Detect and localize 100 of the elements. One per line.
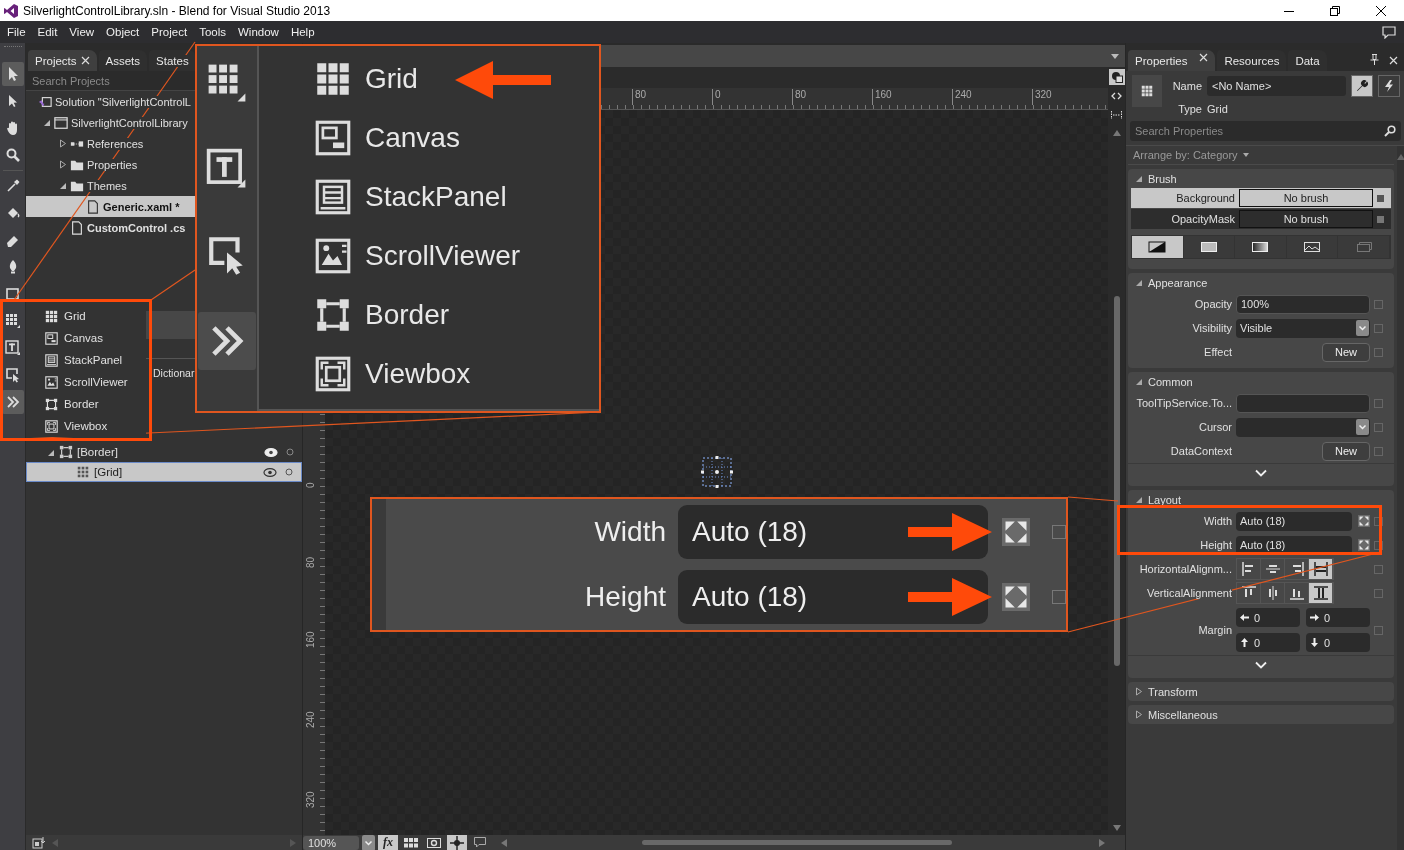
- expand-arrows-icon[interactable]: [1358, 539, 1370, 551]
- events-mode-button[interactable]: [1378, 74, 1400, 97]
- advanced-options-marker[interactable]: [1374, 446, 1383, 456]
- panel-tab[interactable]: Properties: [1128, 50, 1216, 71]
- advanced-options-marker[interactable]: [1374, 564, 1383, 574]
- menu-item[interactable]: Object: [100, 26, 146, 38]
- tree-item[interactable]: Properties: [26, 154, 195, 175]
- advanced-options-marker[interactable]: [1374, 323, 1383, 333]
- close-icon[interactable]: [1199, 53, 1209, 62]
- caret-icon[interactable]: [1242, 153, 1249, 157]
- property-dropdown[interactable]: [1236, 417, 1370, 437]
- expand-arrows-icon[interactable]: [1002, 583, 1030, 611]
- advanced-options-marker[interactable]: [1374, 398, 1383, 408]
- brush-property-row[interactable]: Background No brush: [1131, 188, 1391, 208]
- arrange-dropdown[interactable]: Arrange by: Category: [1133, 149, 1238, 161]
- property-field[interactable]: Auto (18): [678, 505, 988, 559]
- brush-type-tab[interactable]: [1132, 236, 1184, 258]
- section-title[interactable]: Appearance: [1148, 276, 1208, 289]
- expanded-triangle-icon[interactable]: [1135, 174, 1143, 183]
- brush-type-tab[interactable]: [1286, 236, 1339, 258]
- lock-toggle-icon[interactable]: [286, 448, 294, 456]
- expand-arrows-icon[interactable]: [1358, 515, 1370, 527]
- scrollbar-thumb[interactable]: [642, 840, 952, 845]
- zoom-field[interactable]: 100%: [303, 835, 359, 850]
- scroll-up-icon[interactable]: [1112, 130, 1121, 136]
- advanced-options-marker[interactable]: [1052, 525, 1066, 539]
- menu-item[interactable]: StackPanel: [315, 178, 507, 215]
- toolbar-grip[interactable]: [3, 46, 22, 50]
- brush-property-row[interactable]: OpacityMask No brush: [1131, 209, 1391, 229]
- new-button[interactable]: New: [1322, 342, 1370, 362]
- margin-field[interactable]: 0: [1236, 608, 1300, 627]
- panel-tab[interactable]: Assets: [98, 50, 148, 71]
- close-icon[interactable]: [1389, 56, 1398, 65]
- section-title[interactable]: Brush: [1148, 172, 1177, 185]
- new-button[interactable]: New: [1322, 441, 1370, 461]
- selected-element-drawing[interactable]: [699, 455, 735, 489]
- expanded-triangle-icon[interactable]: [1135, 278, 1143, 287]
- scroll-right-icon[interactable]: [1099, 838, 1105, 847]
- object-row[interactable]: [Border]: [26, 442, 302, 462]
- menu-item[interactable]: Grid: [315, 60, 418, 97]
- section-title[interactable]: Layout: [1148, 493, 1182, 506]
- menu-item[interactable]: Grid: [26, 305, 146, 327]
- property-field[interactable]: 100%: [1236, 294, 1370, 314]
- expanded-triangle-icon[interactable]: [1135, 495, 1143, 504]
- property-dropdown[interactable]: Visible: [1236, 318, 1370, 338]
- expand-arrows-icon[interactable]: [1002, 518, 1030, 546]
- menu-item[interactable]: Border: [26, 393, 146, 415]
- snaplines-toggle-button[interactable]: [447, 835, 467, 850]
- advanced-options-marker[interactable]: [1052, 590, 1066, 604]
- close-icon[interactable]: [80, 56, 90, 65]
- panel-tab[interactable]: Resources: [1217, 50, 1287, 71]
- tool-button[interactable]: [1, 390, 24, 414]
- section-title[interactable]: Miscellaneous: [1148, 708, 1218, 721]
- alignment-button[interactable]: [1309, 559, 1333, 579]
- eye-icon[interactable]: [263, 467, 277, 477]
- advanced-options-marker[interactable]: [1374, 588, 1383, 598]
- section-title[interactable]: Common: [1148, 375, 1193, 388]
- menu-item[interactable]: Canvas: [315, 119, 460, 156]
- panel-tab[interactable]: States: [149, 50, 196, 71]
- expanded-triangle-icon[interactable]: [42, 118, 51, 127]
- properties-mode-button[interactable]: [1351, 74, 1373, 97]
- chevron-down-icon[interactable]: [1255, 661, 1267, 669]
- search-field[interactable]: Search Properties: [1130, 121, 1401, 141]
- brush-type-tab[interactable]: [1235, 236, 1287, 258]
- advanced-options-marker[interactable]: [1374, 540, 1383, 550]
- object-label[interactable]: Dictionar: [153, 367, 195, 379]
- panel-tab[interactable]: Projects: [28, 50, 97, 71]
- grid-toggle-button[interactable]: [401, 835, 421, 850]
- margin-field[interactable]: 0: [1306, 633, 1370, 652]
- collapsed-triangle-icon[interactable]: [58, 160, 67, 169]
- artboard-toggle-button[interactable]: [1108, 69, 1125, 85]
- name-field[interactable]: <No Name>: [1207, 75, 1346, 96]
- tree-item[interactable]: References: [26, 133, 195, 154]
- object-row[interactable]: [Grid]: [26, 462, 302, 482]
- advanced-options-marker[interactable]: [1374, 422, 1383, 432]
- feedback-icon[interactable]: [1382, 25, 1396, 39]
- collapsed-triangle-icon[interactable]: [58, 139, 67, 148]
- menu-item[interactable]: Project: [145, 26, 194, 38]
- menu-item[interactable]: File: [1, 26, 32, 38]
- advanced-options-marker[interactable]: [1374, 299, 1383, 309]
- panel-tab[interactable]: Data: [1288, 50, 1327, 71]
- advanced-options-marker[interactable]: [1374, 516, 1383, 526]
- menu-item[interactable]: Border: [315, 296, 450, 333]
- advanced-options-marker[interactable]: [1374, 347, 1383, 357]
- tree-item[interactable]: CustomControl .cs: [26, 217, 195, 238]
- property-field[interactable]: [1236, 393, 1370, 413]
- collapsed-triangle-icon[interactable]: [1135, 687, 1143, 696]
- menu-item[interactable]: Edit: [31, 26, 64, 38]
- menu-item[interactable]: Viewbox: [315, 355, 471, 392]
- menu-item[interactable]: ScrollViewer: [26, 371, 146, 393]
- pin-icon[interactable]: [1370, 54, 1379, 65]
- scroll-left-icon[interactable]: [501, 838, 507, 847]
- alignment-button[interactable]: [1309, 583, 1333, 603]
- chevron-down-icon[interactable]: [1255, 469, 1267, 477]
- expanded-triangle-icon[interactable]: [58, 181, 67, 190]
- fx-toggle-button[interactable]: fx: [378, 835, 398, 850]
- tree-item[interactable]: SilverlightControlLibrary: [26, 112, 195, 133]
- property-field[interactable]: Auto (18): [678, 570, 988, 624]
- margin-field[interactable]: 0: [1306, 608, 1370, 627]
- search-field[interactable]: Search Projects: [26, 71, 195, 91]
